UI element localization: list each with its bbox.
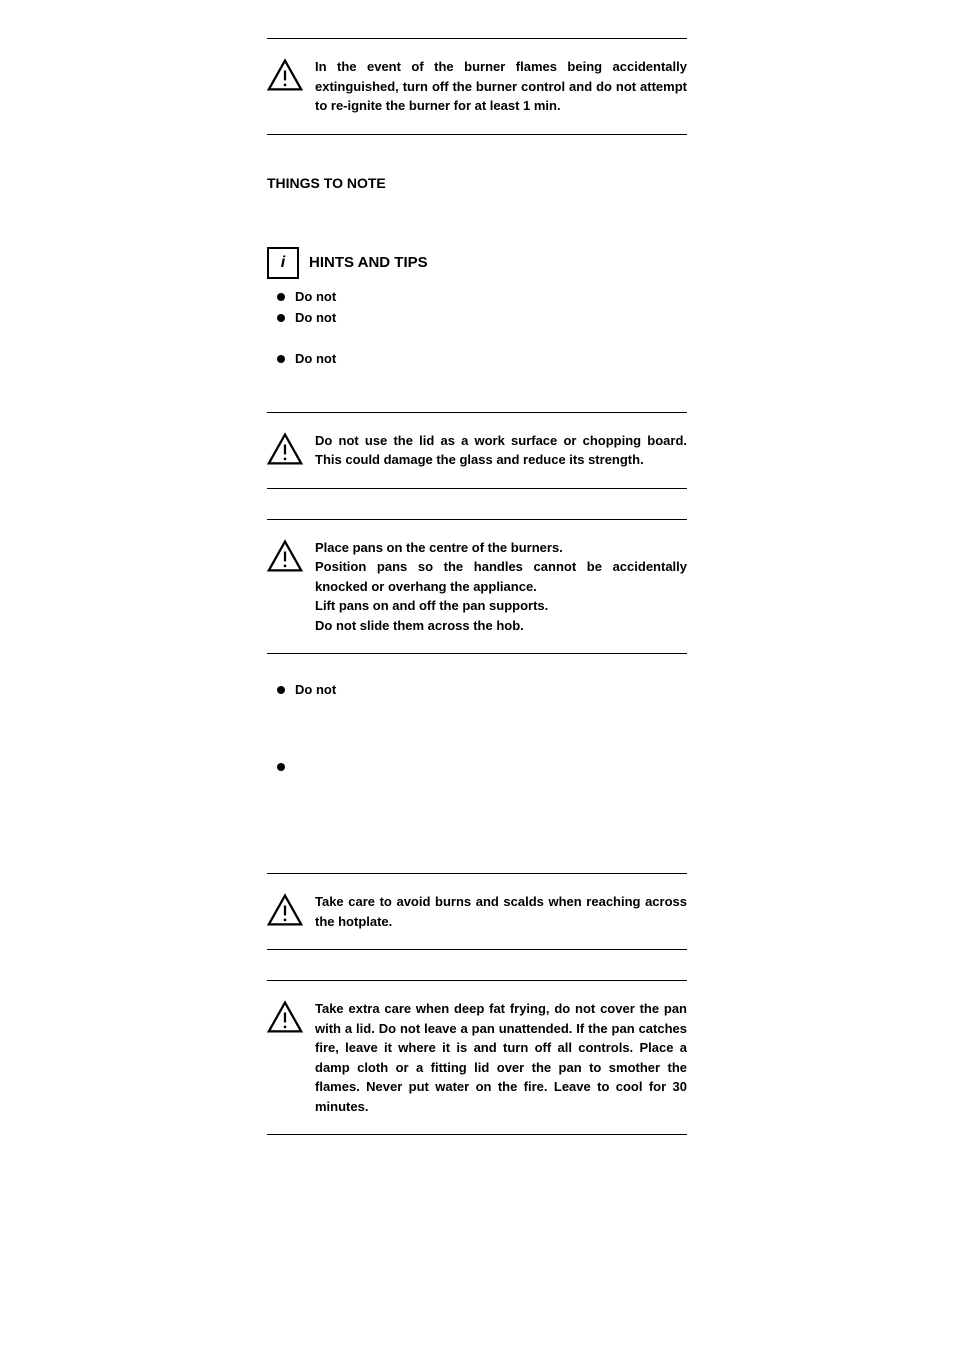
warning-icon-2 (267, 431, 303, 467)
bullet-do-not: Do not (267, 682, 687, 697)
hints-and-tips-section: i HINTS AND TIPS (267, 247, 687, 279)
spacer-10 (267, 809, 687, 837)
list-item: Do not (267, 289, 687, 304)
bullet-dot-1 (277, 293, 285, 301)
info-icon-label: i (281, 254, 285, 272)
list-item: Do not (267, 351, 687, 366)
warning-block-5: Take extra care when deep fat frying, do… (267, 989, 687, 1126)
spacer-11 (267, 837, 687, 865)
warning-line-2: Position pans so the handles cannot be a… (315, 557, 687, 596)
info-icon: i (267, 247, 299, 279)
page: In the event of the burner flames being … (0, 0, 954, 1351)
warning-icon-1 (267, 57, 303, 93)
spacer-3 (267, 331, 687, 345)
lone-bullet (277, 763, 285, 771)
list-item: Do not (267, 310, 687, 325)
bullet-dot-4 (277, 686, 285, 694)
rule-after-warning1 (267, 134, 687, 135)
warning-text-3: Place pans on the centre of the burners.… (315, 538, 687, 636)
spacer-6 (267, 662, 687, 676)
warning-icon-5 (267, 999, 303, 1035)
warning-line-3: Lift pans on and off the pan supports. (315, 596, 687, 616)
rule-before-warning3 (267, 519, 687, 520)
rule-before-warning2 (267, 412, 687, 413)
hints-bullet-list: Do not Do not Do not (267, 289, 687, 366)
bullet-text-3: Do not (295, 351, 336, 366)
warning-line-4: Do not slide them across the hob. (315, 616, 687, 636)
warning-text-2: Do not use the lid as a work surface or … (315, 431, 687, 470)
bullet-text-1: Do not (295, 289, 336, 304)
spacer-12 (267, 958, 687, 972)
warning-block-1: In the event of the burner flames being … (267, 47, 687, 126)
warning-text-1: In the event of the burner flames being … (315, 57, 687, 116)
rule-after-warning2 (267, 488, 687, 489)
bullet-dot-3 (277, 355, 285, 363)
rule-after-warning4 (267, 949, 687, 950)
things-to-note-heading: THINGS TO NOTE (267, 175, 687, 191)
warning-text-5: Take extra care when deep fat frying, do… (315, 999, 687, 1116)
bullet-text-2: Do not (295, 310, 336, 325)
top-rule (267, 38, 687, 39)
bullet-dot-2 (277, 314, 285, 322)
spacer-4 (267, 376, 687, 404)
rule-after-warning5 (267, 1134, 687, 1135)
spacer-2 (267, 201, 687, 229)
warning-text-4: Take care to avoid burns and scalds when… (315, 892, 687, 931)
rule-before-warning5 (267, 980, 687, 981)
spacer-5 (267, 497, 687, 511)
hints-and-tips-heading: HINTS AND TIPS (309, 254, 428, 271)
rule-before-warning4 (267, 873, 687, 874)
bullet-text-4: Do not (295, 682, 336, 697)
spacer-8 (267, 731, 687, 759)
warning-icon-4 (267, 892, 303, 928)
warning-line-1: Place pans on the centre of the burners. (315, 538, 687, 558)
spacer-1 (267, 143, 687, 157)
warning-icon-3 (267, 538, 303, 574)
warning-block-2: Do not use the lid as a work surface or … (267, 421, 687, 480)
rule-after-warning3 (267, 653, 687, 654)
warning-block-4: Take care to avoid burns and scalds when… (267, 882, 687, 941)
spacer-9 (267, 781, 687, 809)
spacer-7 (267, 703, 687, 731)
warning-block-3: Place pans on the centre of the burners.… (267, 528, 687, 646)
content-area: In the event of the burner flames being … (267, 20, 687, 1331)
